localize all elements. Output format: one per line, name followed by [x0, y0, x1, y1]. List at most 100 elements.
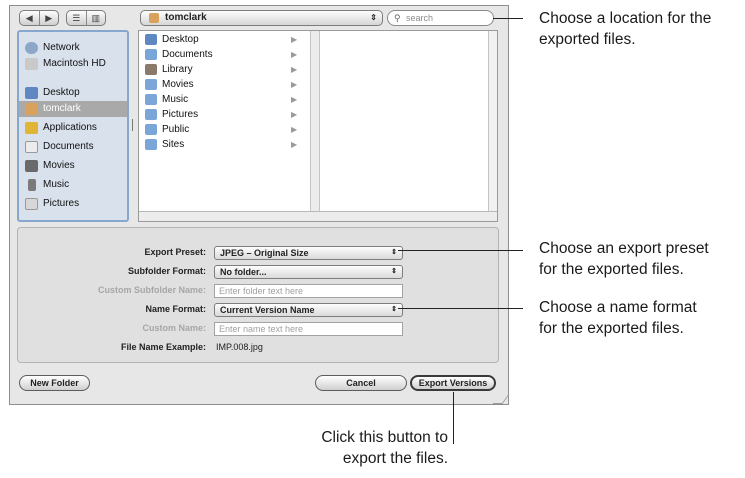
- custom-subfolder-placeholder: Enter folder text here: [219, 286, 304, 296]
- disclosure-arrow-icon: ▶: [291, 35, 298, 44]
- disclosure-arrow-icon: ▶: [291, 110, 298, 119]
- browser-item-public[interactable]: Public ▶: [145, 123, 298, 137]
- sidebar-item-label: Applications: [43, 122, 97, 133]
- export-versions-button[interactable]: Export Versions: [410, 375, 496, 391]
- cancel-button[interactable]: Cancel: [315, 375, 407, 391]
- column-divider[interactable]: [310, 31, 320, 211]
- browser-item-pictures[interactable]: Pictures ▶: [145, 108, 298, 122]
- search-icon: ⚲: [394, 13, 401, 23]
- sidebar-item-label: Music: [43, 179, 70, 190]
- horizontal-scrollbar[interactable]: [139, 211, 497, 221]
- sidebar-item-label: Desktop: [43, 87, 80, 98]
- name-format-popup[interactable]: Current Version Name ⇕: [214, 303, 403, 317]
- location-callout: Choose a location for the exported files…: [539, 8, 744, 50]
- browser-item-label: Music: [162, 94, 189, 105]
- sidebar-item-movies[interactable]: Movies: [25, 158, 123, 174]
- location-popup[interactable]: tomclark ⇕: [140, 10, 383, 26]
- name-format-value: Current Version Name: [220, 305, 315, 315]
- custom-subfolder-label: Custom Subfolder Name:: [97, 285, 206, 295]
- chevron-updown-icon: ⇕: [391, 306, 397, 313]
- public-folder-icon: [145, 124, 157, 135]
- network-icon: [25, 42, 38, 54]
- sidebar-item-network[interactable]: Network: [25, 40, 123, 56]
- documents-icon: [25, 141, 38, 153]
- new-folder-button[interactable]: New Folder: [19, 375, 90, 391]
- disclosure-arrow-icon: ▶: [291, 140, 298, 149]
- subfolder-format-value: No folder...: [220, 267, 267, 277]
- export-preset-label: Export Preset:: [144, 247, 206, 257]
- browser-item-music[interactable]: Music ▶: [145, 93, 298, 107]
- search-field[interactable]: ⚲ search: [387, 10, 494, 26]
- callout-text-line: for the exported files.: [539, 261, 684, 278]
- back-button[interactable]: ◀: [20, 11, 39, 25]
- movies-icon: [25, 160, 38, 172]
- custom-name-placeholder: Enter name text here: [219, 324, 304, 334]
- button-callout: Click this button to export the files.: [240, 427, 448, 469]
- browser-item-label: Pictures: [162, 109, 199, 120]
- callout-text-line: Choose a location for the: [539, 10, 712, 27]
- preset-callout: Choose an export preset for the exported…: [539, 238, 744, 280]
- pictures-folder-icon: [145, 109, 157, 120]
- browser-item-documents[interactable]: Documents ▶: [145, 48, 298, 62]
- export-dialog: ◀ ▶ ☰ ▥ tomclark ⇕ ⚲ search Network Maci…: [9, 5, 510, 405]
- browser-item-label: Desktop: [162, 34, 199, 45]
- chevron-updown-icon: ⇕: [370, 13, 377, 22]
- custom-subfolder-field[interactable]: Enter folder text here: [214, 284, 403, 298]
- browser-item-sites[interactable]: Sites ▶: [145, 138, 298, 152]
- desktop-folder-icon: [145, 34, 157, 45]
- custom-name-field[interactable]: Enter name text here: [214, 322, 403, 336]
- export-preset-popup[interactable]: JPEG – Original Size ⇕: [214, 246, 403, 260]
- callout-text-line: Choose a name format: [539, 299, 697, 316]
- file-name-example-label: File Name Example:: [120, 342, 206, 352]
- browser-item-label: Public: [162, 124, 190, 135]
- movies-folder-icon: [145, 79, 157, 90]
- callout-text-line: Click this button to: [321, 429, 448, 446]
- file-name-example-value: IMP.008.jpg: [216, 342, 263, 352]
- sidebar-item-music[interactable]: Music: [25, 177, 123, 193]
- callout-text-line: export the files.: [342, 450, 448, 467]
- browser-column: Desktop ▶ Documents ▶ Library ▶ Movies ▶…: [139, 31, 310, 211]
- callout-text-line: exported files.: [539, 31, 636, 48]
- hard-drive-icon: [25, 58, 38, 70]
- sidebar-item-label: Documents: [43, 141, 94, 152]
- browser-item-desktop[interactable]: Desktop ▶: [145, 33, 298, 47]
- callout-text-line: for the exported files.: [539, 320, 684, 337]
- disclosure-arrow-icon: ▶: [291, 50, 298, 59]
- list-view-button[interactable]: ☰: [67, 11, 86, 25]
- browser-item-movies[interactable]: Movies ▶: [145, 78, 297, 92]
- export-preset-value: JPEG – Original Size: [220, 248, 309, 258]
- file-browser: Desktop ▶ Documents ▶ Library ▶ Movies ▶…: [138, 30, 498, 222]
- name-callout: Choose a name format for the exported fi…: [539, 297, 744, 339]
- column-view-button[interactable]: ▥: [85, 11, 106, 25]
- browser-item-library[interactable]: Library ▶: [145, 63, 297, 77]
- browser-item-label: Library: [162, 64, 193, 75]
- chevron-updown-icon: ⇕: [391, 249, 397, 256]
- sidebar-item-label: Macintosh HD: [43, 58, 106, 69]
- browser-item-label: Documents: [162, 49, 213, 60]
- music-icon: [28, 179, 36, 191]
- disclosure-arrow-icon: ▶: [291, 95, 298, 104]
- callout-text-line: Choose an export preset: [539, 240, 709, 257]
- disclosure-arrow-icon: ▶: [291, 125, 298, 134]
- resize-grip[interactable]: [492, 394, 510, 404]
- name-callout-line: [398, 308, 523, 309]
- subfolder-format-popup[interactable]: No folder... ⇕: [214, 265, 403, 279]
- forward-button[interactable]: ▶: [38, 11, 59, 25]
- sidebar-item-macintosh-hd[interactable]: Macintosh HD: [25, 56, 123, 72]
- sidebar-item-pictures[interactable]: Pictures: [25, 196, 123, 212]
- sidebar-item-label: Pictures: [43, 198, 80, 209]
- sidebar-item-documents[interactable]: Documents: [25, 139, 123, 155]
- vertical-scrollbar[interactable]: [488, 31, 497, 211]
- search-placeholder: search: [406, 13, 434, 23]
- browser-item-label: Sites: [162, 139, 185, 150]
- desktop-icon: [25, 87, 38, 99]
- sidebar-resize-handle[interactable]: [132, 119, 133, 131]
- subfolder-format-label: Subfolder Format:: [128, 266, 206, 276]
- button-callout-line: [453, 392, 454, 444]
- sidebar-item-label: tomclark: [43, 103, 81, 114]
- sidebar-item-desktop[interactable]: Desktop: [25, 85, 123, 101]
- sidebar-item-tomclark[interactable]: tomclark: [19, 101, 127, 117]
- sidebar-item-applications[interactable]: Applications: [25, 120, 123, 136]
- home-icon: [25, 103, 38, 115]
- music-folder-icon: [145, 94, 157, 105]
